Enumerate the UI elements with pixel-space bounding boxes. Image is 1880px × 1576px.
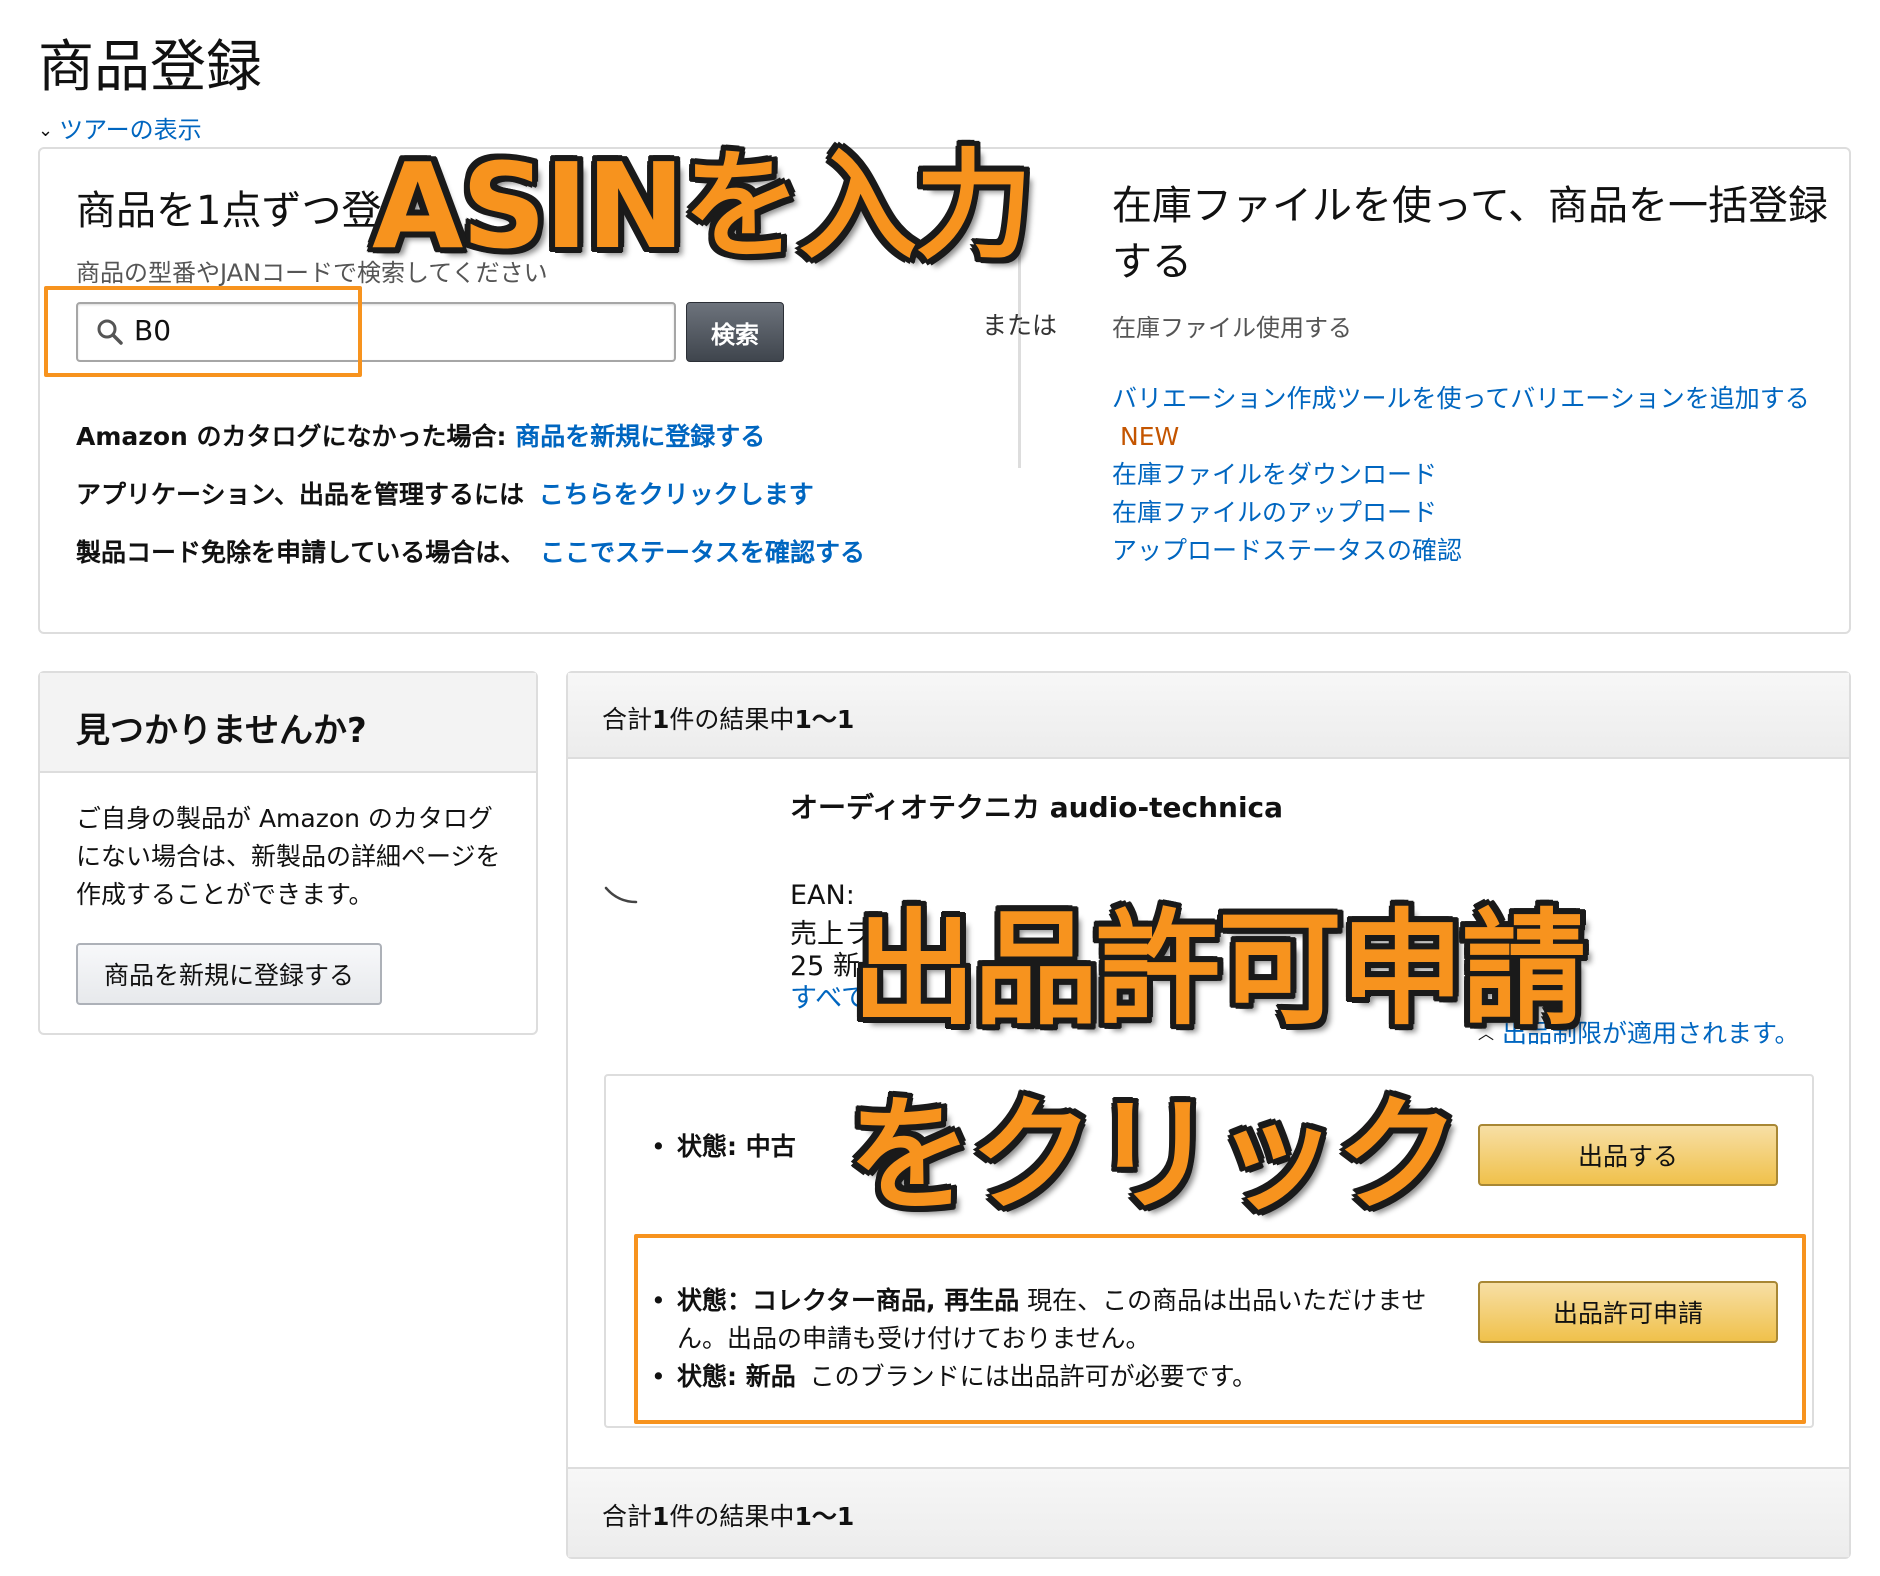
single-register-title: 商品を1点ずつ登 bbox=[76, 188, 382, 234]
bulk-hint: 在庫ファイル使用する bbox=[1112, 314, 1352, 342]
condition-used: • 状態: 中古 bbox=[651, 1128, 796, 1166]
catalog-missing-text: Amazon のカタログになかった場合: bbox=[76, 422, 507, 451]
exemption-text: 製品コード免除を申請している場合は、 bbox=[76, 538, 526, 567]
annotation-click: をクリック bbox=[848, 1084, 1460, 1228]
results-count-top: 合計1件の結果中1～1 bbox=[602, 705, 855, 734]
new-badge: NEW bbox=[1120, 422, 1180, 451]
product-image[interactable] bbox=[604, 886, 644, 906]
tour-toggle-label: ツアーの表示 bbox=[59, 116, 202, 144]
not-found-title: 見つかりませんか? bbox=[76, 711, 367, 751]
page-title: 商品登録 bbox=[38, 35, 262, 100]
check-status-link[interactable]: ここでステータスを確認する bbox=[540, 538, 865, 567]
register-new-link[interactable]: 商品を新規に登録する bbox=[515, 422, 765, 451]
results-count-bottom: 合計1件の結果中1～1 bbox=[602, 1502, 855, 1531]
tour-toggle-link[interactable]: ⌄ ツアーの表示 bbox=[38, 110, 202, 145]
manage-text: アプリケーション、出品を管理するには bbox=[76, 480, 525, 509]
upload-inventory-link[interactable]: 在庫ファイルのアップロード bbox=[1112, 494, 1832, 532]
approval-highlight-box bbox=[634, 1234, 1806, 1424]
vertical-divider bbox=[1018, 248, 1021, 468]
download-inventory-link[interactable]: 在庫ファイルをダウンロード bbox=[1112, 456, 1832, 494]
chevron-down-icon: ⌄ bbox=[38, 120, 54, 141]
search-highlight-box bbox=[44, 286, 362, 377]
exemption-row: 製品コード免除を申請している場合は、 ここでステータスを確認する bbox=[76, 533, 865, 569]
create-new-product-button[interactable]: 商品を新規に登録する bbox=[76, 943, 382, 1005]
not-found-body: ご自身の製品が Amazon のカタログにない場合は、新製品の詳細ページを作成す… bbox=[76, 804, 501, 909]
bulk-register-title: 在庫ファイルを使って、商品を一括登録する bbox=[1112, 183, 1828, 285]
manage-row: アプリケーション、出品を管理するには こちらをクリックします bbox=[76, 475, 814, 511]
catalog-missing-row: Amazon のカタログになかった場合: 商品を新規に登録する bbox=[76, 417, 765, 453]
bullet-dot: • bbox=[651, 1132, 666, 1161]
variation-tool-link[interactable]: バリエーション作成ツールを使ってバリエーションを追加する NEW bbox=[1112, 380, 1832, 456]
product-brand: オーディオテクニカ audio-technica bbox=[790, 791, 1284, 824]
bulk-links: バリエーション作成ツールを使ってバリエーションを追加する NEW 在庫ファイルを… bbox=[1112, 380, 1832, 570]
product-ean: EAN: bbox=[790, 880, 855, 911]
annotation-enter-asin: ASINを入力 bbox=[372, 137, 1033, 275]
search-button[interactable]: 検索 bbox=[686, 302, 784, 362]
sell-button[interactable]: 出品する bbox=[1478, 1124, 1778, 1186]
click-here-link[interactable]: こちらをクリックします bbox=[539, 480, 814, 509]
annotation-approval-request: 出品許可申請 bbox=[852, 898, 1586, 1042]
upload-status-link[interactable]: アップロードステータスの確認 bbox=[1112, 532, 1832, 570]
or-label: または bbox=[982, 311, 1058, 340]
